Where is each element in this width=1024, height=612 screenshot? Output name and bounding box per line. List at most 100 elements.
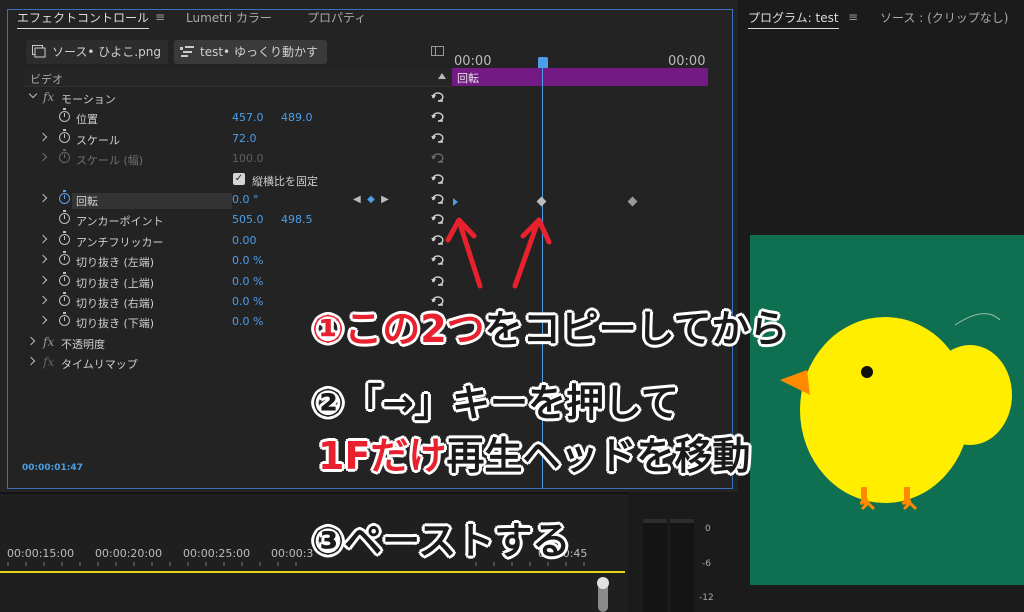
position-y-value[interactable]: 489.0 <box>281 111 313 124</box>
stopwatch-icon[interactable] <box>59 128 70 143</box>
video-preview[interactable] <box>750 235 1024 585</box>
property-name: 回転 <box>72 192 232 209</box>
anchor-x-value[interactable]: 505.0 <box>232 213 264 226</box>
current-timecode[interactable]: 00:00:01:47 <box>22 463 83 473</box>
scrollbar-handle[interactable] <box>597 577 609 589</box>
tab-program-monitor[interactable]: プログラム: test <box>748 9 839 29</box>
anti-flicker-value[interactable]: 0.00 <box>232 234 257 247</box>
timeline-tick: 00:00:25:00 <box>183 547 251 560</box>
reset-icon <box>431 153 444 163</box>
chevron-right-icon[interactable] <box>38 234 48 243</box>
panel-menu-icon[interactable]: ≡ <box>155 10 165 24</box>
chick-image <box>780 313 1012 511</box>
ruler-end-time: 00:00 <box>668 54 706 69</box>
stopwatch-icon[interactable] <box>59 312 70 327</box>
work-area-bar[interactable] <box>0 571 625 573</box>
chevron-down-icon[interactable] <box>28 89 38 99</box>
stopwatch-icon[interactable] <box>59 189 70 204</box>
property-anchor-point: アンカーポイント 505.0 498.5 <box>24 210 452 230</box>
previous-keyframe-icon[interactable]: ◀ <box>353 194 361 205</box>
timeline-tick: 00:00:15:00 <box>7 547 75 560</box>
property-name: タイムリマップ <box>61 358 138 372</box>
property-motion[interactable]: fx モーション <box>24 88 452 108</box>
chevron-right-icon[interactable] <box>38 275 48 284</box>
keyframe-diamond[interactable] <box>627 196 638 207</box>
image-file-icon <box>32 45 46 58</box>
sequence-clip-button[interactable]: test• ゆっくり動かす <box>174 40 327 64</box>
annotation-step-2-line2: 1Fだけ再生ヘッドを移動 <box>318 434 751 478</box>
property-time-remapping[interactable]: fx タイムリマップ <box>24 353 452 373</box>
chevron-right-icon[interactable] <box>38 132 48 142</box>
property-name: 縦横比を固定 <box>252 174 318 188</box>
source-clip-button[interactable]: ソース• ひよこ.png <box>26 40 168 64</box>
property-name: アンカーポイント <box>76 215 164 229</box>
property-name: 位置 <box>76 113 98 127</box>
chevron-right-icon[interactable] <box>38 254 48 264</box>
property-uniform-scale: ✓ 縦横比を固定 <box>24 170 452 190</box>
chevron-right-icon[interactable] <box>38 316 48 325</box>
clip-bar[interactable]: 回転 <box>452 68 708 86</box>
property-position: 位置 457.0 489.0 <box>24 108 452 128</box>
property-name: 切り抜き (右端) <box>76 296 155 310</box>
chevron-right-icon[interactable] <box>26 356 36 366</box>
chevron-right-icon[interactable] <box>26 336 36 345</box>
uniform-scale-checkbox[interactable]: ✓ <box>233 172 245 185</box>
position-x-value[interactable]: 457.0 <box>232 111 264 124</box>
next-keyframe-icon[interactable]: ▶ <box>381 194 389 205</box>
crop-top-value[interactable]: 0.0 % <box>232 275 263 288</box>
stopwatch-icon[interactable] <box>59 108 70 123</box>
annotation-step-3: ③ペーストする <box>312 519 571 563</box>
reset-icon[interactable] <box>431 133 445 143</box>
crop-left-value[interactable]: 0.0 % <box>232 254 263 267</box>
property-name: スケール (幅) <box>76 154 144 168</box>
chevron-right-icon[interactable] <box>38 295 48 305</box>
crop-right-value[interactable]: 0.0 % <box>232 295 263 308</box>
property-name: モーション <box>61 93 116 106</box>
show-timeline-toggle-icon[interactable] <box>431 46 444 56</box>
stopwatch-icon[interactable] <box>59 271 70 286</box>
annotation-step-2-line1: ②「→」キーを押して <box>312 381 679 425</box>
add-keyframe-icon[interactable]: ◆ <box>367 194 375 205</box>
stopwatch-icon[interactable] <box>59 251 70 266</box>
timeline-tick: 00:00:3 <box>271 547 314 560</box>
tab-properties[interactable]: プロパティ <box>307 9 366 26</box>
scale-width-value: 100.0 <box>232 152 264 166</box>
panel-tabs: エフェクトコントロール ≡ Lumetri カラー プロパティ <box>0 0 738 34</box>
property-name: 切り抜き (下端) <box>76 317 155 331</box>
property-rotation: 回転 0.0 ° ◀ ◆ ▶ <box>24 189 452 210</box>
meter-label: -12 <box>699 593 714 603</box>
playhead-handle[interactable] <box>538 57 548 68</box>
stopwatch-icon[interactable] <box>59 230 70 245</box>
property-name: 切り抜き (左端) <box>76 256 155 270</box>
reset-icon[interactable] <box>431 92 445 102</box>
crop-bottom-value[interactable]: 0.0 % <box>232 315 263 328</box>
reset-icon[interactable] <box>431 112 445 123</box>
tab-effect-controls[interactable]: エフェクトコントロール <box>17 9 150 29</box>
annotation-step-1: ①この2つをコピーしてから <box>312 307 788 351</box>
stopwatch-icon[interactable] <box>59 210 70 225</box>
property-crop-top: 切り抜き (上端) 0.0 % <box>24 271 452 292</box>
chevron-right-icon[interactable] <box>38 193 48 203</box>
panel-menu-icon[interactable]: ≡ <box>848 10 858 24</box>
property-crop-left: 切り抜き (左端) 0.0 % <box>24 251 452 271</box>
collapse-triangle-icon[interactable] <box>438 73 446 79</box>
scale-value[interactable]: 72.0 <box>232 132 257 145</box>
rotation-value[interactable]: 0.0 ° <box>232 193 259 206</box>
reset-icon[interactable] <box>431 173 445 184</box>
anchor-y-value[interactable]: 498.5 <box>281 213 313 226</box>
ruler-start-time: 00:00 <box>454 54 492 69</box>
fx-icon[interactable]: fx <box>43 335 54 349</box>
fx-icon[interactable]: fx <box>43 90 54 104</box>
audio-meter-right <box>670 519 694 612</box>
meter-label: 0 <box>705 524 711 534</box>
timeline-tick: 00:00:20:00 <box>95 547 163 560</box>
property-scale-width: スケール (幅) 100.0 <box>24 149 452 169</box>
tab-source-monitor[interactable]: ソース : (クリップなし) <box>880 9 1008 26</box>
source-clip-label: ソース• ひよこ.png <box>52 45 161 59</box>
sequence-clip-label: test• ゆっくり動かす <box>200 45 318 59</box>
annotation-arrows <box>445 217 552 289</box>
property-scale: スケール 72.0 <box>24 128 452 149</box>
program-monitor-panel: プログラム: test ≡ ソース : (クリップなし) <box>738 0 1024 612</box>
tab-lumetri-color[interactable]: Lumetri カラー <box>186 9 272 26</box>
stopwatch-icon[interactable] <box>59 291 70 306</box>
